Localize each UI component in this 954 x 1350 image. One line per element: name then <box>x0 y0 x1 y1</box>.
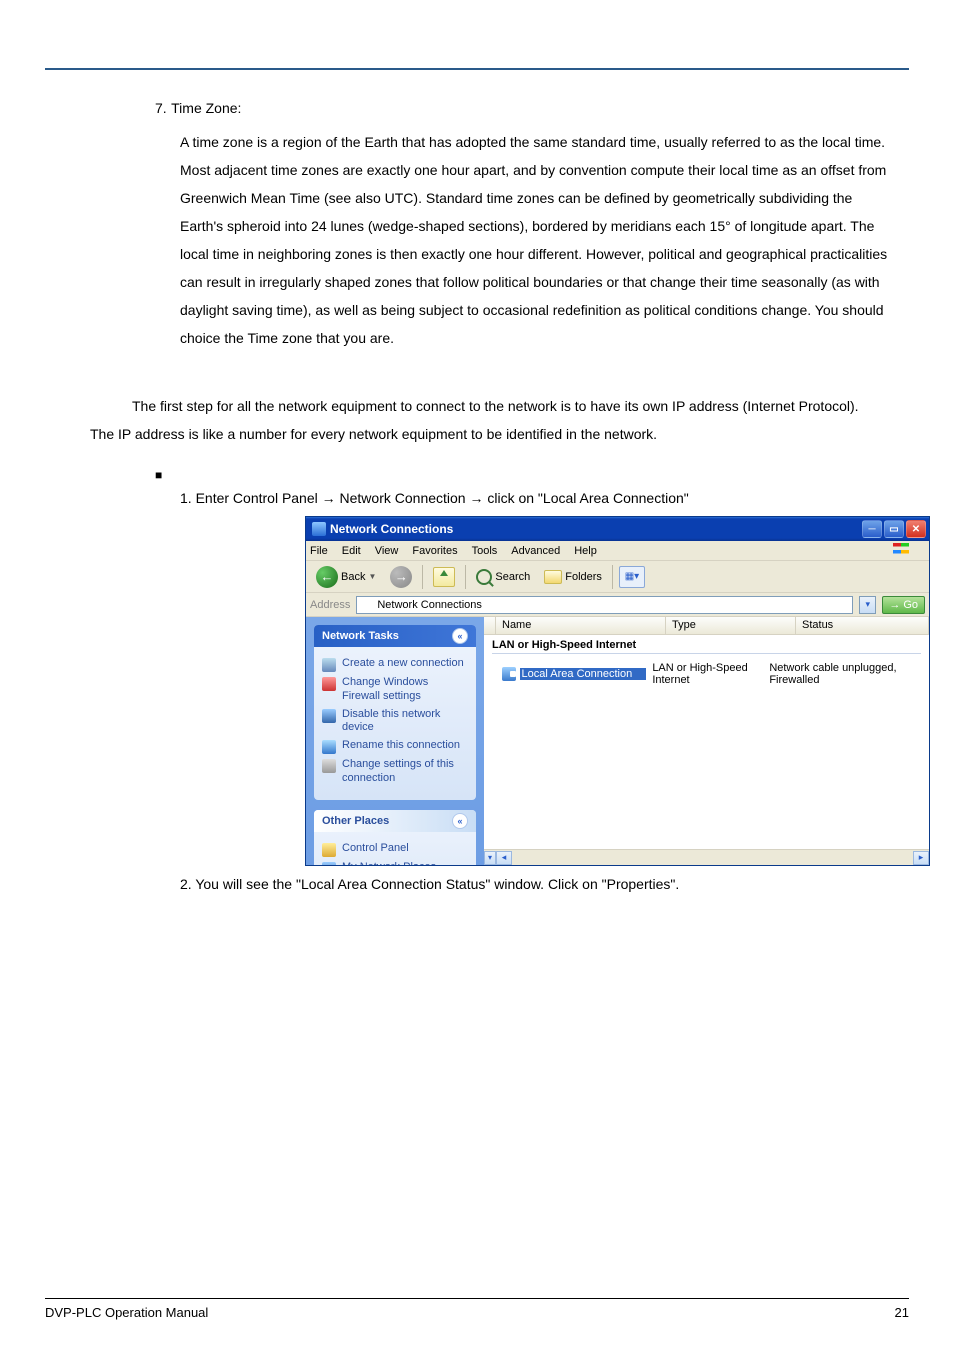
go-button[interactable]: → Go <box>882 596 925 614</box>
sidebar-other-header[interactable]: Other Places « <box>314 810 476 832</box>
networkplaces-icon <box>322 862 336 866</box>
toolbar: ← Back ▼ → Search <box>306 561 929 593</box>
lan-connection-icon <box>502 667 515 681</box>
network-icon <box>312 522 326 536</box>
menu-file[interactable]: File <box>310 545 328 557</box>
footer-title: DVP-PLC Operation Manual <box>45 1305 208 1320</box>
search-icon <box>476 569 492 585</box>
toolbar-separator <box>465 565 466 589</box>
bullet-marker: ■ <box>155 468 909 482</box>
scroll-down-icon[interactable]: ▾ <box>484 851 496 865</box>
scroll-right-icon[interactable]: ▸ <box>913 851 929 865</box>
toolbar-separator <box>612 565 613 589</box>
sidebar-other-controlpanel[interactable]: Control Panel <box>322 842 468 857</box>
close-button[interactable]: ✕ <box>906 520 926 538</box>
forward-button[interactable]: → <box>386 564 416 590</box>
step-2: 2. You will see the "Local Area Connecti… <box>180 876 909 892</box>
intro-paragraph: The first step for all the network equip… <box>90 392 864 448</box>
windows-flag-icon <box>893 543 909 557</box>
back-button[interactable]: ← Back ▼ <box>312 564 380 590</box>
menubar[interactable]: File Edit View Favorites Tools Advanced … <box>306 541 929 561</box>
horizontal-scrollbar[interactable]: ▾ ◂ ▸ <box>484 849 929 865</box>
sidebar-other-networkplaces[interactable]: My Network Places <box>322 861 468 866</box>
column-name[interactable]: Name <box>496 617 666 634</box>
sidebar: Network Tasks « Create a new connection … <box>306 617 484 865</box>
folders-button[interactable]: Folders <box>540 568 606 586</box>
sidebar-task-settings[interactable]: Change settings of this connection <box>322 758 468 786</box>
menu-edit[interactable]: Edit <box>342 545 361 557</box>
back-arrow-icon: ← <box>316 566 338 588</box>
up-folder-icon <box>433 567 455 587</box>
scroll-left-icon[interactable]: ◂ <box>496 851 512 865</box>
sidebar-task-create[interactable]: Create a new connection <box>322 657 468 672</box>
step-1: 1. Enter Control Panel → Network Connect… <box>180 490 909 506</box>
sidebar-task-rename[interactable]: Rename this connection <box>322 739 468 754</box>
connection-type: LAN or High-Speed Internet <box>646 662 763 686</box>
address-dropdown[interactable]: ▾ <box>859 596 876 614</box>
main-panel: Name Type Status LAN or High-Speed Inter… <box>484 617 929 865</box>
connection-status: Network cable unplugged, Firewalled <box>763 662 921 686</box>
toolbar-separator <box>422 565 423 589</box>
go-arrow-icon: → <box>889 599 900 611</box>
wizard-icon <box>322 658 336 672</box>
collapse-icon[interactable]: « <box>452 813 468 829</box>
folder-icon <box>544 570 562 584</box>
shield-icon <box>322 677 336 691</box>
address-bar: Address Network Connections ▾ → Go <box>306 593 929 617</box>
list-number: 7. <box>155 100 167 116</box>
controlpanel-icon <box>322 843 336 857</box>
column-type[interactable]: Type <box>666 617 796 634</box>
connection-name: Local Area Connection <box>520 668 647 680</box>
menu-tools[interactable]: Tools <box>472 545 498 557</box>
sidebar-tasks-header[interactable]: Network Tasks « <box>314 625 476 647</box>
network-disable-icon <box>322 709 336 723</box>
address-label: Address <box>310 599 350 611</box>
item-body: A time zone is a region of the Earth tha… <box>180 128 899 352</box>
search-button[interactable]: Search <box>472 567 534 587</box>
collapse-icon[interactable]: « <box>452 628 468 644</box>
xp-window: Network Connections ─ ▭ ✕ File Edit View… <box>305 516 930 866</box>
group-header: LAN or High-Speed Internet <box>484 635 929 653</box>
up-button[interactable] <box>429 565 459 589</box>
menu-help[interactable]: Help <box>574 545 597 557</box>
menu-favorites[interactable]: Favorites <box>412 545 457 557</box>
maximize-button[interactable]: ▭ <box>884 520 904 538</box>
address-input[interactable]: Network Connections <box>356 596 853 614</box>
forward-arrow-icon: → <box>390 566 412 588</box>
network-icon <box>361 599 373 611</box>
minimize-button[interactable]: ─ <box>862 520 882 538</box>
column-status[interactable]: Status <box>796 617 929 634</box>
page-number: 21 <box>895 1305 909 1320</box>
menu-view[interactable]: View <box>375 545 399 557</box>
sidebar-task-disable[interactable]: Disable this network device <box>322 708 468 736</box>
rename-icon <box>322 740 336 754</box>
properties-icon <box>322 759 336 773</box>
list-title: Time Zone: <box>171 100 241 116</box>
sidebar-task-firewall[interactable]: Change Windows Firewall settings <box>322 676 468 704</box>
window-titlebar[interactable]: Network Connections ─ ▭ ✕ <box>306 517 929 541</box>
connection-item[interactable]: Local Area Connection LAN or High-Speed … <box>484 660 929 688</box>
window-title: Network Connections <box>330 522 453 536</box>
views-button[interactable]: ▦▾ <box>619 566 645 588</box>
menu-advanced[interactable]: Advanced <box>511 545 560 557</box>
